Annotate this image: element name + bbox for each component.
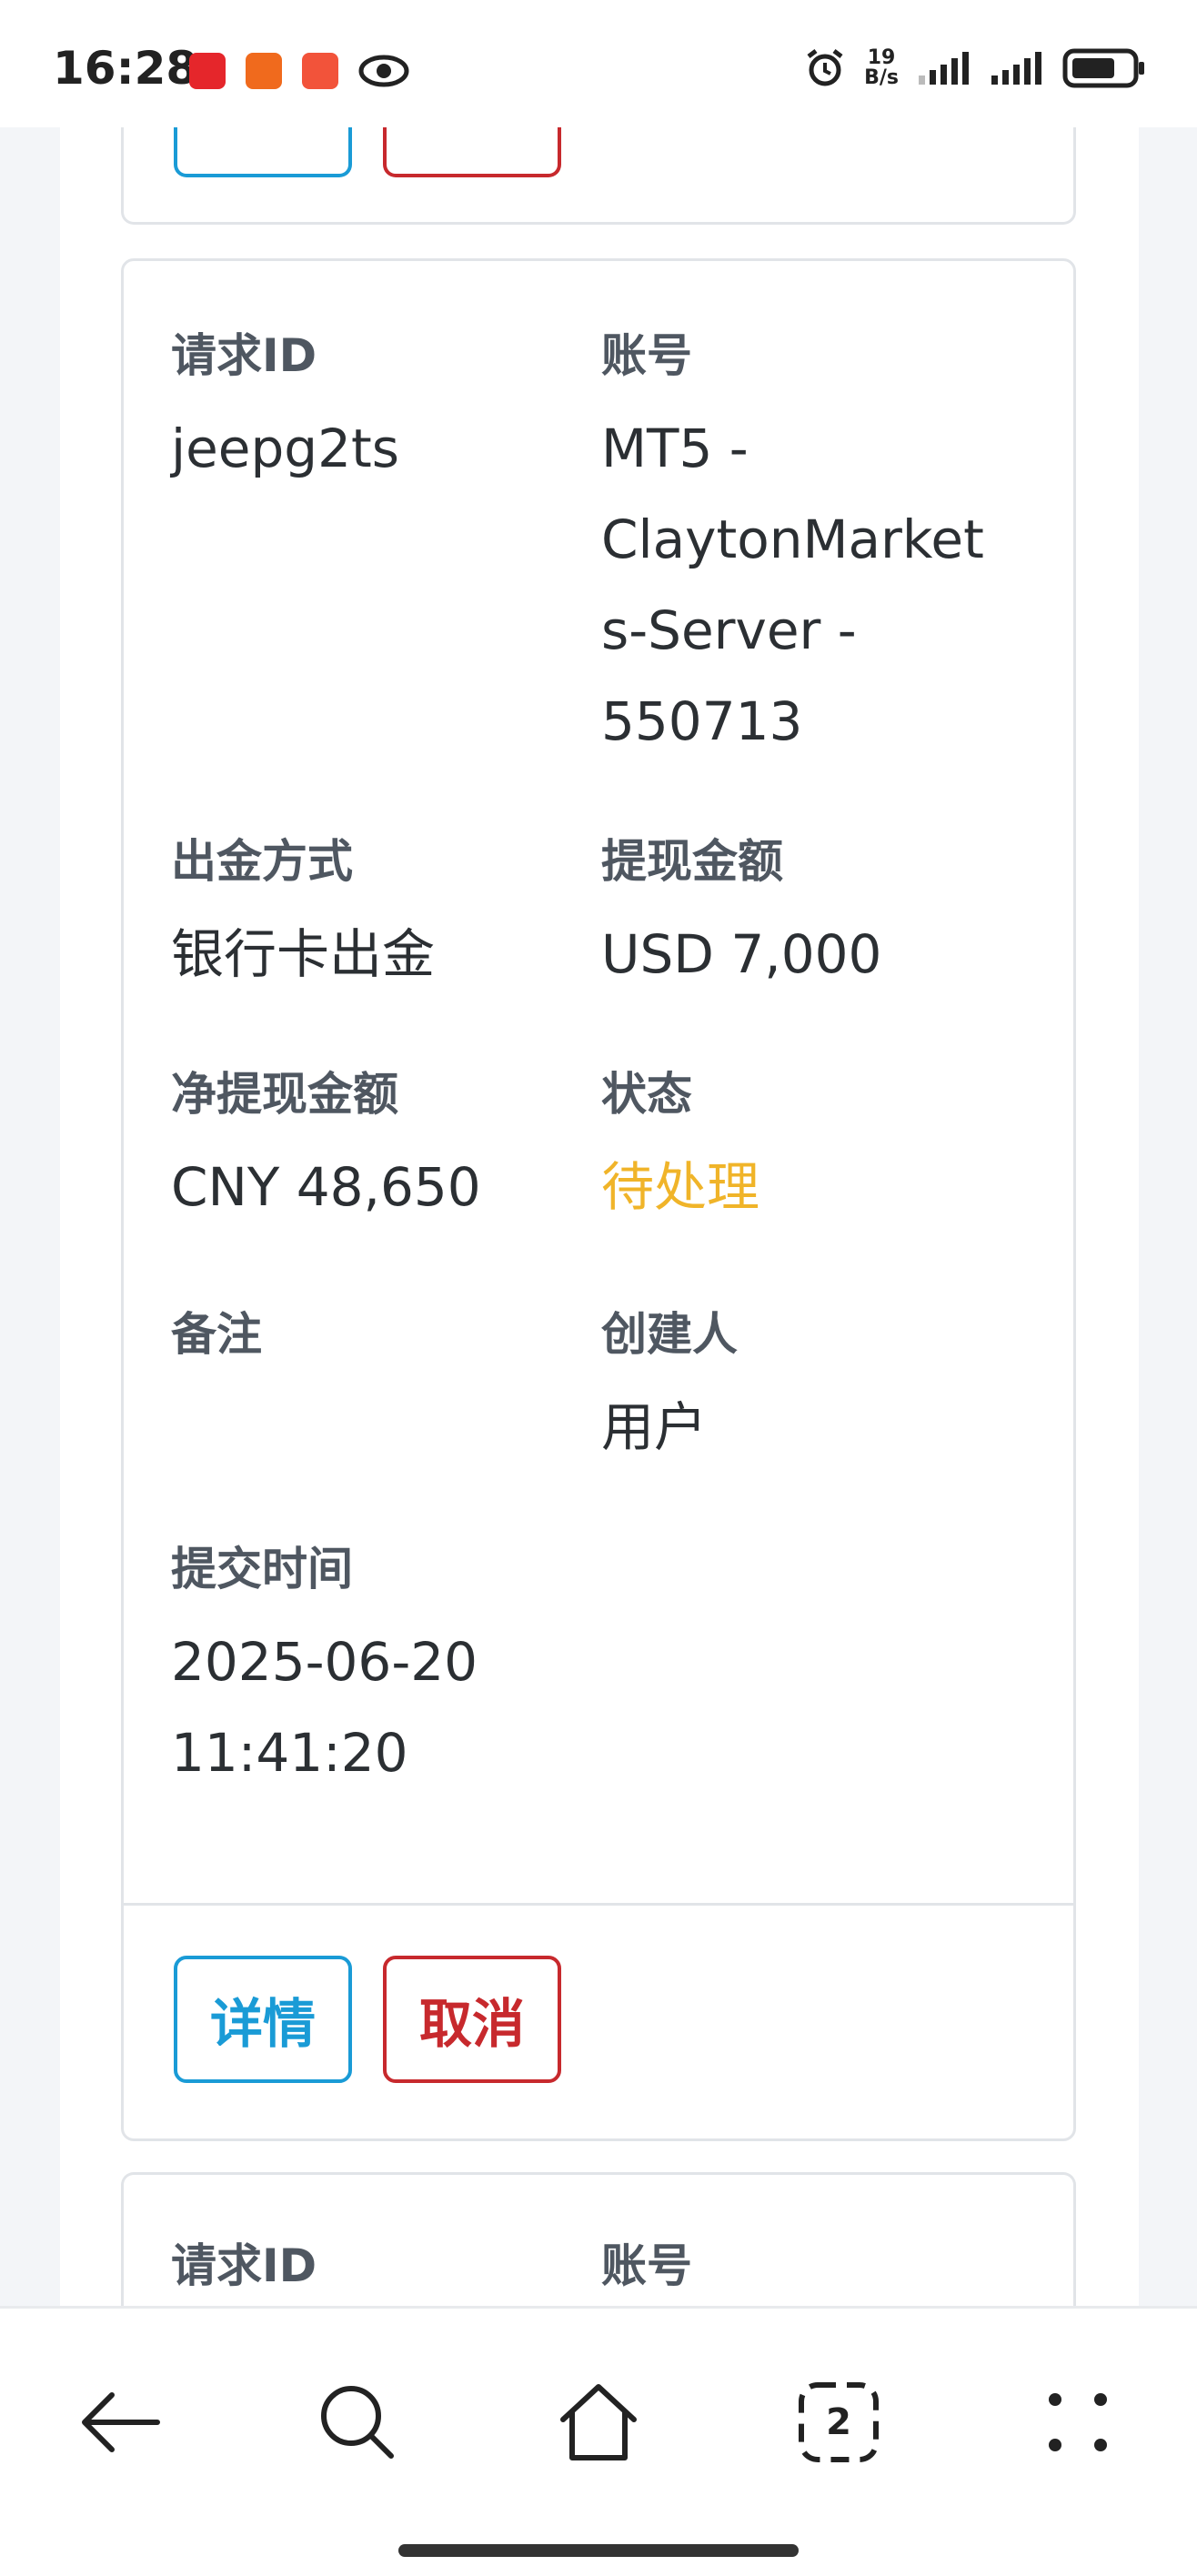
tab-count: 2 bbox=[826, 2401, 851, 2443]
menu-button[interactable] bbox=[1019, 2363, 1137, 2481]
status-label: 状态 bbox=[601, 1068, 692, 1121]
submit-clock-value: 11:41:20 bbox=[171, 1722, 408, 1784]
withdrawal-request-card: 请求ID jeepg2ts 账号 MT5 - ClaytonMarket s-S… bbox=[121, 258, 1076, 2141]
detail-button[interactable]: 详情 bbox=[174, 1956, 352, 2083]
battery-icon bbox=[1062, 48, 1144, 88]
status-time: 16:28 bbox=[53, 42, 198, 95]
next-request-id-label: 请求ID bbox=[171, 2239, 317, 2292]
status-bar: 16:28 19 B/s bbox=[0, 0, 1197, 127]
screen: 16:28 19 B/s 请求ID jeepg2ts 账号 MT5 - Clay… bbox=[0, 0, 1197, 2576]
net-speed-value: 19 bbox=[867, 46, 896, 69]
back-button[interactable] bbox=[61, 2363, 179, 2481]
card-divider bbox=[124, 1903, 1073, 1906]
signal-icon bbox=[919, 52, 969, 85]
withdraw-amount-value: USD 7,000 bbox=[601, 923, 882, 985]
app-orange-icon bbox=[246, 53, 282, 89]
account-value-line-2: ClaytonMarket bbox=[601, 508, 984, 570]
withdraw-method-label: 出金方式 bbox=[171, 835, 353, 888]
browser-nav-bar: 2 bbox=[0, 2306, 1197, 2576]
withdraw-amount-label: 提现金额 bbox=[601, 835, 783, 888]
submit-date-value: 2025-06-20 bbox=[171, 1631, 478, 1693]
search-button[interactable] bbox=[298, 2363, 417, 2481]
notification-icons bbox=[189, 53, 409, 89]
menu-dots-icon bbox=[1049, 2393, 1107, 2451]
alarm-icon bbox=[807, 49, 843, 86]
account-value-line-3: s-Server - bbox=[601, 599, 857, 661]
account-label: 账号 bbox=[601, 329, 692, 382]
signal-icon bbox=[991, 52, 1041, 85]
search-icon bbox=[321, 2386, 394, 2459]
account-value-line-1: MT5 - bbox=[601, 418, 749, 479]
back-arrow-icon bbox=[82, 2392, 160, 2452]
creator-label: 创建人 bbox=[601, 1308, 738, 1361]
withdraw-method-value: 银行卡出金 bbox=[171, 923, 436, 985]
net-speed-unit: B/s bbox=[864, 66, 899, 89]
status-badge: 待处理 bbox=[601, 1156, 760, 1218]
home-icon bbox=[560, 2384, 637, 2460]
remark-label: 备注 bbox=[171, 1308, 262, 1361]
net-speed: 19 B/s bbox=[864, 48, 899, 88]
home-indicator[interactable] bbox=[398, 2544, 799, 2557]
cancel-button[interactable]: 取消 bbox=[383, 1956, 561, 2083]
app-red-icon bbox=[189, 53, 226, 89]
eye-icon bbox=[358, 55, 409, 87]
creator-value: 用户 bbox=[601, 1396, 708, 1458]
app-orange-red-icon bbox=[302, 53, 338, 89]
home-button[interactable] bbox=[539, 2363, 658, 2481]
request-id-label: 请求ID bbox=[171, 329, 317, 382]
submit-time-label: 提交时间 bbox=[171, 1543, 353, 1595]
account-value-line-4: 550713 bbox=[601, 690, 803, 752]
next-account-label: 账号 bbox=[601, 2239, 692, 2292]
request-id-value: jeepg2ts bbox=[171, 418, 399, 479]
tabs-button[interactable]: 2 bbox=[780, 2363, 898, 2481]
net-amount-label: 净提现金额 bbox=[171, 1068, 398, 1121]
system-icons: 19 B/s bbox=[804, 47, 1146, 89]
net-amount-value: CNY 48,650 bbox=[171, 1156, 481, 1218]
